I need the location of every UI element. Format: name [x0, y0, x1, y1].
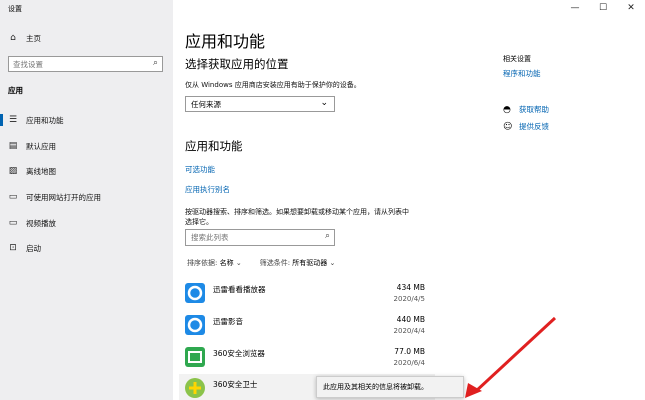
- chevron-down-icon: ⌄: [320, 98, 328, 108]
- search-icon: ⌕: [324, 231, 330, 241]
- sidebar-item-web-apps[interactable]: ▭ 可使用网站打开的应用: [0, 187, 173, 207]
- chevron-down-icon: ⌄: [329, 259, 336, 267]
- uninstall-tooltip: 此应用及其相关的信息将被卸载。: [316, 376, 464, 398]
- app-name: 360安全浏览器: [213, 349, 265, 358]
- 360-safeguard-icon: [185, 378, 205, 398]
- map-icon: ▨: [8, 166, 18, 176]
- app-date: 2020/4/5: [393, 295, 425, 303]
- app-date: 2020/6/4: [393, 359, 425, 367]
- app-list-item[interactable]: 迅雷看看播放器 434 MB 2020/4/5: [179, 279, 435, 311]
- feedback-label: 提供反馈: [519, 122, 549, 131]
- startup-icon: ⊡: [9, 243, 17, 253]
- settings-search-input[interactable]: [9, 57, 139, 71]
- sidebar-item-label: 应用和功能: [26, 115, 64, 125]
- app-name: 迅雷看看播放器: [213, 285, 266, 294]
- search-description-line2: 选择它。: [185, 218, 213, 226]
- app-size: 77.0 MB: [394, 347, 425, 356]
- home-icon: ⌂: [10, 33, 16, 43]
- app-list-item[interactable]: 360安全浏览器 77.0 MB 2020/6/4: [179, 343, 435, 375]
- feedback-link[interactable]: ☺ 提供反馈: [503, 121, 549, 132]
- sidebar-item-startup[interactable]: ⊡ 启动: [0, 238, 173, 258]
- install-source-select[interactable]: 任何来源 ⌄: [185, 96, 335, 112]
- 360-browser-icon: [185, 347, 205, 367]
- sort-label: 排序依据:: [187, 259, 218, 267]
- sidebar-item-label: 视频播放: [26, 218, 56, 228]
- sidebar: 设置 ⌂ 主页 ⌕ 应用 ☰ 应用和功能 ▤ 默认应用 ▨ 离线地图 ▭ 可使用…: [0, 0, 173, 400]
- video-icon: ▭: [8, 218, 18, 228]
- sidebar-item-label: 启动: [26, 243, 41, 253]
- sidebar-item-label: 可使用网站打开的应用: [26, 192, 101, 202]
- search-description-line1: 按驱动器搜索、排序和筛选。如果想要卸载或移动某个应用，请从列表中: [185, 208, 409, 216]
- get-help-label: 获取帮助: [519, 105, 549, 114]
- window-title: 设置: [8, 5, 22, 13]
- window-controls: — ☐ ✕: [561, 0, 645, 16]
- minimize-button[interactable]: —: [561, 0, 589, 16]
- sidebar-item-home[interactable]: ⌂ 主页: [0, 28, 173, 48]
- app-list-search[interactable]: ⌕: [185, 229, 335, 246]
- xunlei-video-icon: [185, 315, 205, 335]
- sidebar-item-default-apps[interactable]: ▤ 默认应用: [0, 136, 173, 156]
- install-heading: 选择获取应用的位置: [185, 57, 289, 71]
- close-button[interactable]: ✕: [617, 0, 645, 16]
- main-panel: — ☐ ✕ 应用和功能 选择获取应用的位置 仅从 Windows 应用商店安装应…: [173, 0, 645, 400]
- sidebar-item-label: 主页: [26, 33, 41, 43]
- sidebar-item-video[interactable]: ▭ 视频播放: [0, 213, 173, 233]
- app-list-search-input[interactable]: [186, 230, 311, 245]
- maximize-button[interactable]: ☐: [589, 0, 617, 16]
- filter-value: 所有驱动器: [292, 259, 328, 267]
- sort-dropdown[interactable]: 排序依据: 名称 ⌄: [187, 258, 242, 268]
- list-icon: ☰: [8, 115, 18, 125]
- sidebar-item-label: 默认应用: [26, 141, 56, 151]
- default-apps-icon: ▤: [8, 141, 18, 151]
- install-source-value: 任何来源: [191, 99, 221, 109]
- app-name: 迅雷影音: [213, 317, 243, 326]
- app-name: 360安全卫士: [213, 380, 258, 389]
- install-description: 仅从 Windows 应用商店安装应用有助于保护你的设备。: [185, 81, 361, 89]
- help-icon: ◓: [503, 104, 511, 115]
- programs-features-link[interactable]: 程序和功能: [503, 68, 541, 79]
- sidebar-item-offline-maps[interactable]: ▨ 离线地图: [0, 161, 173, 181]
- web-icon: ▭: [8, 192, 18, 202]
- sort-filter-bar: 排序依据: 名称 ⌄ 筛选条件: 所有驱动器 ⌄: [187, 258, 335, 268]
- section-label: 应用: [8, 86, 23, 95]
- page-title: 应用和功能: [185, 32, 266, 51]
- filter-dropdown[interactable]: 筛选条件: 所有驱动器 ⌄: [260, 258, 336, 268]
- apps-heading: 应用和功能: [185, 139, 243, 153]
- search-icon: ⌕: [152, 58, 158, 68]
- app-size: 434 MB: [396, 283, 425, 292]
- filter-label: 筛选条件:: [259, 259, 291, 267]
- app-alias-link[interactable]: 应用执行别名: [185, 184, 230, 195]
- feedback-icon: ☺: [503, 121, 513, 132]
- xunlei-player-icon: [185, 283, 205, 303]
- related-settings-title: 相关设置: [503, 55, 531, 63]
- sort-value: 名称: [219, 259, 234, 267]
- app-size: 440 MB: [396, 315, 425, 324]
- app-list-item[interactable]: 迅雷影音 440 MB 2020/4/4: [179, 311, 435, 343]
- sidebar-item-label: 离线地图: [26, 166, 56, 176]
- optional-features-link[interactable]: 可选功能: [185, 164, 215, 175]
- app-date: 2020/4/4: [393, 327, 425, 335]
- settings-search[interactable]: ⌕: [8, 56, 163, 72]
- get-help-link[interactable]: ◓ 获取帮助: [503, 104, 549, 115]
- chevron-down-icon: ⌄: [235, 259, 242, 267]
- related-settings: 相关设置 程序和功能: [503, 54, 541, 79]
- sidebar-item-apps-features[interactable]: ☰ 应用和功能: [0, 110, 173, 130]
